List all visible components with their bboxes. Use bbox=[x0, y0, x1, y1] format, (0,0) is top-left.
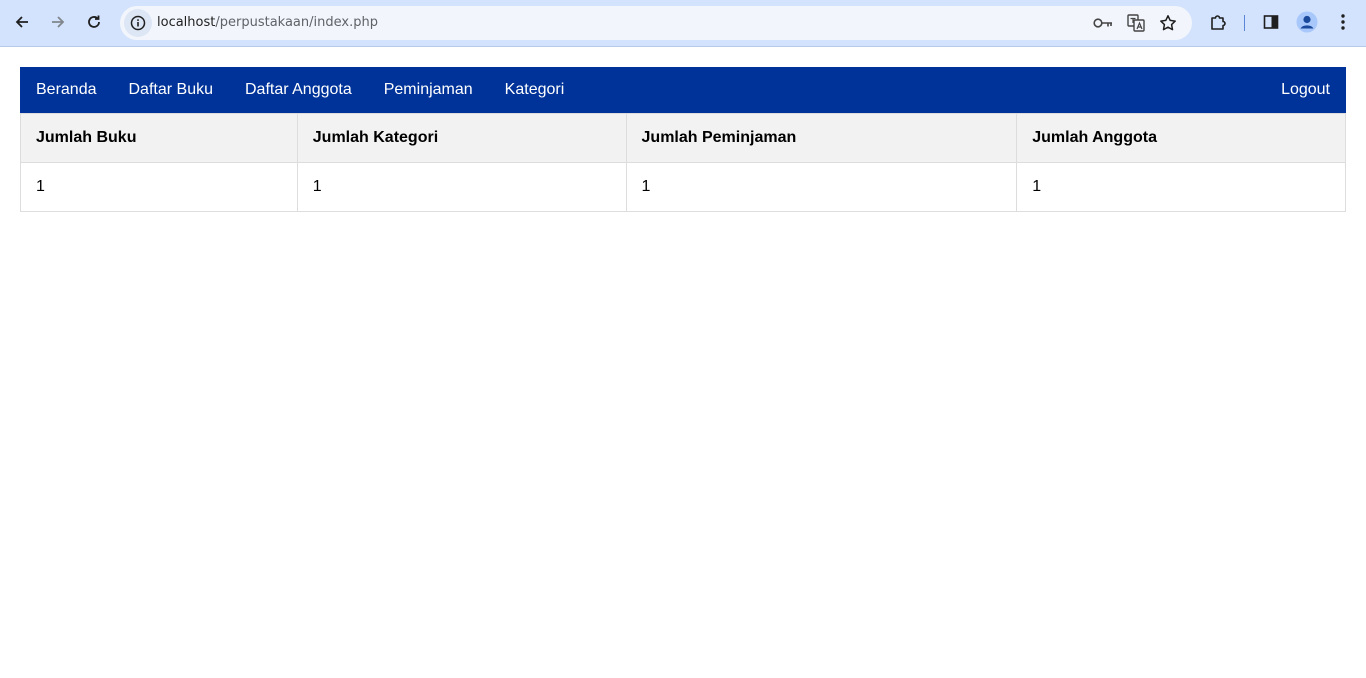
header-jumlah-anggota: Jumlah Anggota bbox=[1016, 113, 1346, 163]
arrow-left-icon bbox=[15, 16, 28, 28]
reload-button[interactable] bbox=[79, 7, 109, 37]
password-manager-button[interactable] bbox=[1093, 13, 1113, 33]
table-row: 1 1 1 1 bbox=[20, 162, 1346, 212]
arrow-right-icon bbox=[52, 16, 65, 28]
key-icon bbox=[1093, 18, 1112, 28]
value-jumlah-anggota: 1 bbox=[1016, 162, 1346, 212]
url-host: localhost bbox=[157, 15, 216, 30]
side-panel-icon bbox=[1263, 15, 1279, 29]
url-text[interactable]: localhost/perpustakaan/index.php bbox=[157, 15, 378, 31]
profile-icon bbox=[1296, 11, 1318, 33]
browser-menu-button[interactable] bbox=[1328, 7, 1358, 37]
puzzle-icon bbox=[1211, 15, 1226, 30]
main-navbar: Beranda Daftar Buku Daftar Anggota Pemin… bbox=[20, 67, 1346, 113]
nav-item-kategori[interactable]: Kategori bbox=[489, 67, 581, 113]
info-icon bbox=[130, 15, 146, 31]
nav-item-daftar-buku[interactable]: Daftar Buku bbox=[113, 67, 229, 113]
address-bar[interactable]: localhost/perpustakaan/index.php bbox=[120, 6, 1192, 40]
bookmark-button[interactable] bbox=[1158, 13, 1178, 33]
profile-button[interactable] bbox=[1292, 7, 1322, 37]
star-icon bbox=[1160, 15, 1176, 31]
value-jumlah-peminjaman: 1 bbox=[625, 162, 1018, 212]
side-panel-button[interactable] bbox=[1256, 7, 1286, 37]
nav-item-daftar-anggota[interactable]: Daftar Anggota bbox=[229, 67, 368, 113]
logout-link[interactable]: Logout bbox=[1265, 67, 1346, 113]
kebab-menu-icon bbox=[1341, 14, 1345, 30]
translate-button[interactable] bbox=[1126, 13, 1146, 33]
value-jumlah-kategori: 1 bbox=[296, 162, 627, 212]
header-jumlah-buku: Jumlah Buku bbox=[20, 113, 298, 163]
stats-table: Jumlah Buku Jumlah Kategori Jumlah Pemin… bbox=[20, 113, 1346, 212]
table-header-row: Jumlah Buku Jumlah Kategori Jumlah Pemin… bbox=[20, 113, 1346, 163]
toolbar-separator bbox=[1244, 15, 1245, 31]
extensions-button[interactable] bbox=[1203, 7, 1233, 37]
reload-icon bbox=[88, 15, 100, 28]
browser-toolbar: localhost/perpustakaan/index.php bbox=[0, 0, 1366, 47]
url-path: /perpustakaan/index.php bbox=[215, 15, 378, 30]
header-jumlah-peminjaman: Jumlah Peminjaman bbox=[625, 113, 1018, 163]
header-jumlah-kategori: Jumlah Kategori bbox=[296, 113, 627, 163]
nav-item-peminjaman[interactable]: Peminjaman bbox=[368, 67, 489, 113]
back-button[interactable] bbox=[7, 7, 37, 37]
site-info-button[interactable] bbox=[124, 9, 152, 37]
forward-button[interactable] bbox=[43, 7, 73, 37]
nav-item-beranda[interactable]: Beranda bbox=[20, 67, 113, 113]
translate-icon bbox=[1127, 14, 1145, 32]
value-jumlah-buku: 1 bbox=[20, 162, 298, 212]
